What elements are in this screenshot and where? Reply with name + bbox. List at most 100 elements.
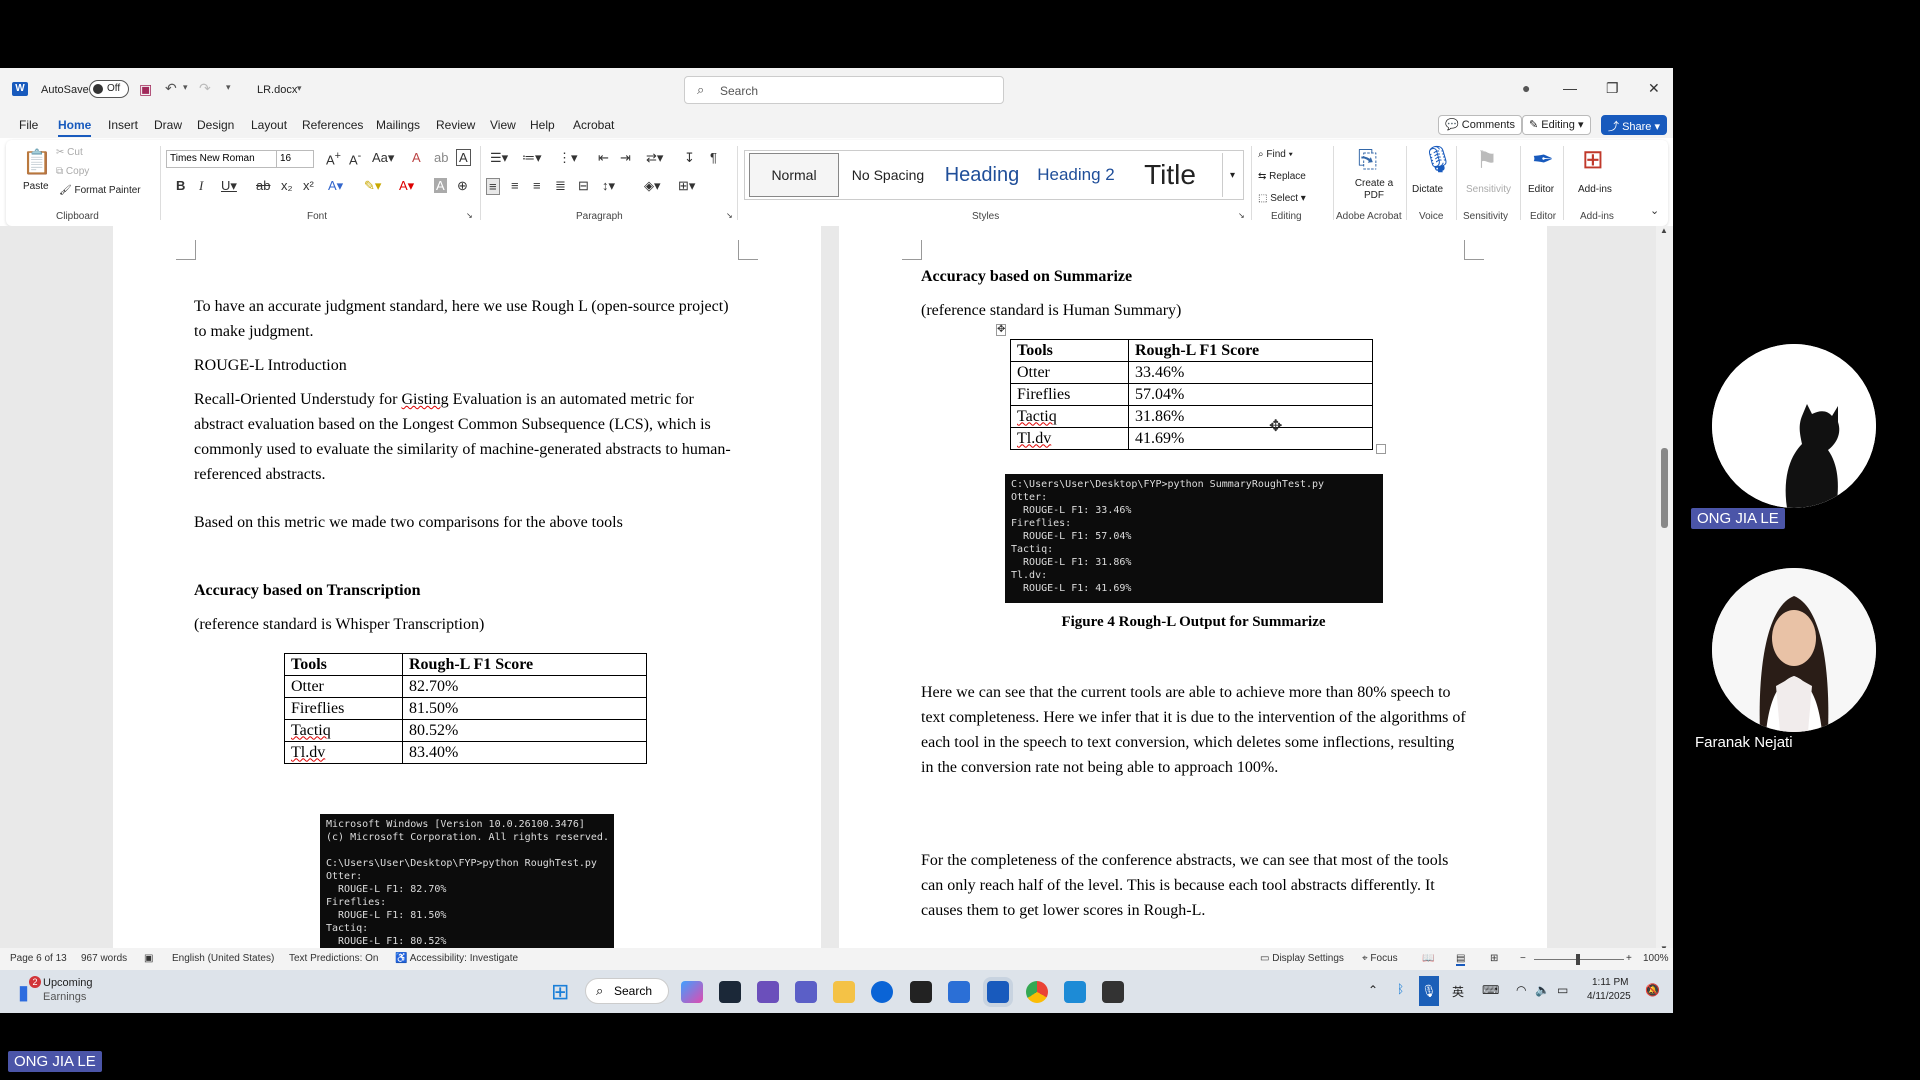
collapse-ribbon-icon[interactable]: ⌄ [1650,204,1659,217]
subscript-icon[interactable]: x₂ [281,178,293,193]
accessibility-status[interactable]: ♿ Accessibility: Investigate [395,953,518,964]
increase-indent-icon[interactable]: ⇥ [620,150,631,166]
figure-caption[interactable]: Figure 4 Rough-L Output for Summarize [921,614,1466,631]
redo-icon[interactable]: ↷ [199,80,211,97]
document-filename[interactable]: LR.docx [257,84,297,96]
font-dialog-launcher-icon[interactable]: ↘ [466,211,473,220]
paragraph-completeness[interactable]: Here we can see that the current tools a… [921,680,1466,780]
tab-acrobat[interactable]: Acrobat [573,118,614,132]
scroll-up-icon[interactable]: ▲ [1660,226,1668,235]
table-cell[interactable]: 80.52% [401,719,648,742]
grow-font-icon[interactable]: A+ [326,150,341,167]
zoom-level[interactable]: 100% [1643,953,1669,964]
participant-video-faranak[interactable] [1712,568,1876,732]
page-count[interactable]: Page 6 of 13 [10,953,67,964]
misspelled-word[interactable]: Gisting [401,391,448,408]
highlight-icon[interactable]: ✎▾ [364,178,381,194]
transcription-table[interactable]: Tools Rough-L F1 Score Otter 82.70% Fire… [284,653,648,764]
paste-icon[interactable]: 📋 [22,148,52,177]
italic-icon[interactable]: I [199,178,203,194]
autosave-toggle[interactable]: Off [89,80,129,98]
clear-formatting-icon[interactable]: A [412,150,421,165]
zoom-in-icon[interactable]: + [1626,953,1632,964]
widget-subtitle[interactable]: Earnings [43,991,86,1003]
table-header-cell[interactable]: Tools [1010,339,1129,362]
volume-icon[interactable]: 🔈 [1535,983,1550,997]
word-count[interactable]: 967 words [81,953,127,964]
text-effects-icon[interactable]: A▾ [328,178,343,194]
table-cell[interactable]: Fireflies [284,697,403,720]
microphone-icon[interactable]: 🎙 [1421,144,1454,175]
customize-toolbar-icon[interactable]: ▾ [226,82,231,93]
table-cell[interactable]: Otter [284,675,403,698]
heading-summarize[interactable]: Accuracy based on Summarize [921,264,1461,289]
restore-icon[interactable]: ❐ [1606,80,1619,97]
tab-file[interactable]: File [19,118,38,132]
sensitivity-button[interactable]: Sensitivity [1466,184,1511,195]
wifi-icon[interactable]: ◠ [1516,983,1526,997]
show-formatting-marks-icon[interactable]: ¶ [710,150,717,165]
notepad-icon[interactable] [1064,981,1086,1003]
align-center-icon[interactable]: ≡ [511,178,519,193]
zoom-slider[interactable] [1534,954,1624,965]
table-cell[interactable]: Tl.dv [1010,427,1129,450]
sort-icon[interactable]: ↧ [684,150,695,166]
justify-icon[interactable]: ≣ [555,178,566,194]
ime-indicator[interactable]: 英 [1452,983,1464,1000]
shading-icon[interactable]: ◈▾ [644,178,661,194]
table-cell[interactable]: 33.46% [1127,361,1374,384]
format-painter-button[interactable]: 🖌 Format Painter [59,185,141,196]
find-button[interactable]: ⌕ Find ▾ [1258,149,1293,160]
scrollbar-thumb[interactable] [1661,448,1668,528]
display-settings-button[interactable]: ▭ Display Settings [1260,953,1344,964]
clock-date[interactable]: 4/11/2025 [1587,991,1631,1002]
add-ins-button[interactable]: Add-ins [1578,184,1612,195]
create-pdf-icon[interactable]: ⎘ [1358,146,1377,174]
align-right-icon[interactable]: ≡ [533,178,541,193]
font-color-icon[interactable]: A▾ [399,178,414,194]
strikethrough-icon[interactable]: ab [256,178,270,193]
proofing-icon[interactable]: ▣ [144,953,153,964]
style-title[interactable]: Title [1125,153,1215,197]
tab-home[interactable]: Home [58,118,92,137]
widget-title[interactable]: Upcoming [43,977,93,989]
comments-button[interactable]: 💬 Comments [1438,115,1522,135]
input-layout-icon[interactable]: ⌨ [1482,983,1499,997]
language-status[interactable]: English (United States) [172,953,274,964]
microphone-tray-icon[interactable]: 🎙 [1419,976,1439,1006]
underline-icon[interactable]: U▾ [221,178,237,194]
heading-transcription[interactable]: Accuracy based on Transcription [194,578,734,603]
table-cell[interactable]: 31.86% [1127,405,1374,428]
widgets-icon[interactable]: ▮ [18,980,29,1005]
paragraph-comparisons[interactable]: Based on this metric we made two compari… [194,510,734,535]
paragraph-rouge-description[interactable]: Recall-Oriented Understudy for Gisting E… [194,387,734,487]
undo-icon[interactable]: ↶ [165,80,177,97]
tab-review[interactable]: Review [436,118,475,132]
bold-icon[interactable]: B [176,178,185,193]
cut-button[interactable]: ✂ Cut [56,147,83,158]
enclose-characters-icon[interactable]: ⊕ [457,178,468,194]
table-header-cell[interactable]: Rough-L F1 Score [401,653,648,676]
copilot-icon[interactable] [681,981,703,1003]
style-heading[interactable]: Heading [937,153,1027,197]
summarize-table[interactable]: Tools Rough-L F1 Score Otter 33.46% Fire… [1010,339,1374,450]
align-left-icon[interactable]: ≡ [486,178,500,195]
table-cell[interactable]: 82.70% [401,675,648,698]
participant-video-ong[interactable] [1712,344,1876,508]
paragraph-rouge-intro-title[interactable]: ROUGE-L Introduction [194,353,734,378]
table-cell[interactable]: Otter [1010,361,1129,384]
teams-icon[interactable] [795,981,817,1003]
style-heading-2[interactable]: Heading 2 [1031,153,1121,197]
bluetooth-icon[interactable]: ᛒ [1397,982,1404,996]
focus-button[interactable]: ⌖ Focus [1362,953,1398,964]
table-header-cell[interactable]: Tools [284,653,403,676]
character-shading-icon[interactable]: A [434,178,447,193]
paragraph-judgment[interactable]: To have an accurate judgment standard, h… [194,294,734,344]
search-box[interactable]: ⌕ Search [684,76,1004,104]
epic-games-icon[interactable] [910,981,932,1003]
editing-mode-button[interactable]: ✎ Editing ▾ [1522,115,1591,135]
tab-draw[interactable]: Draw [154,118,182,132]
start-icon[interactable]: ⊞ [551,979,569,1005]
add-ins-grid-icon[interactable]: ⊞ [1582,144,1604,175]
undo-dropdown-icon[interactable]: ▾ [183,82,188,93]
